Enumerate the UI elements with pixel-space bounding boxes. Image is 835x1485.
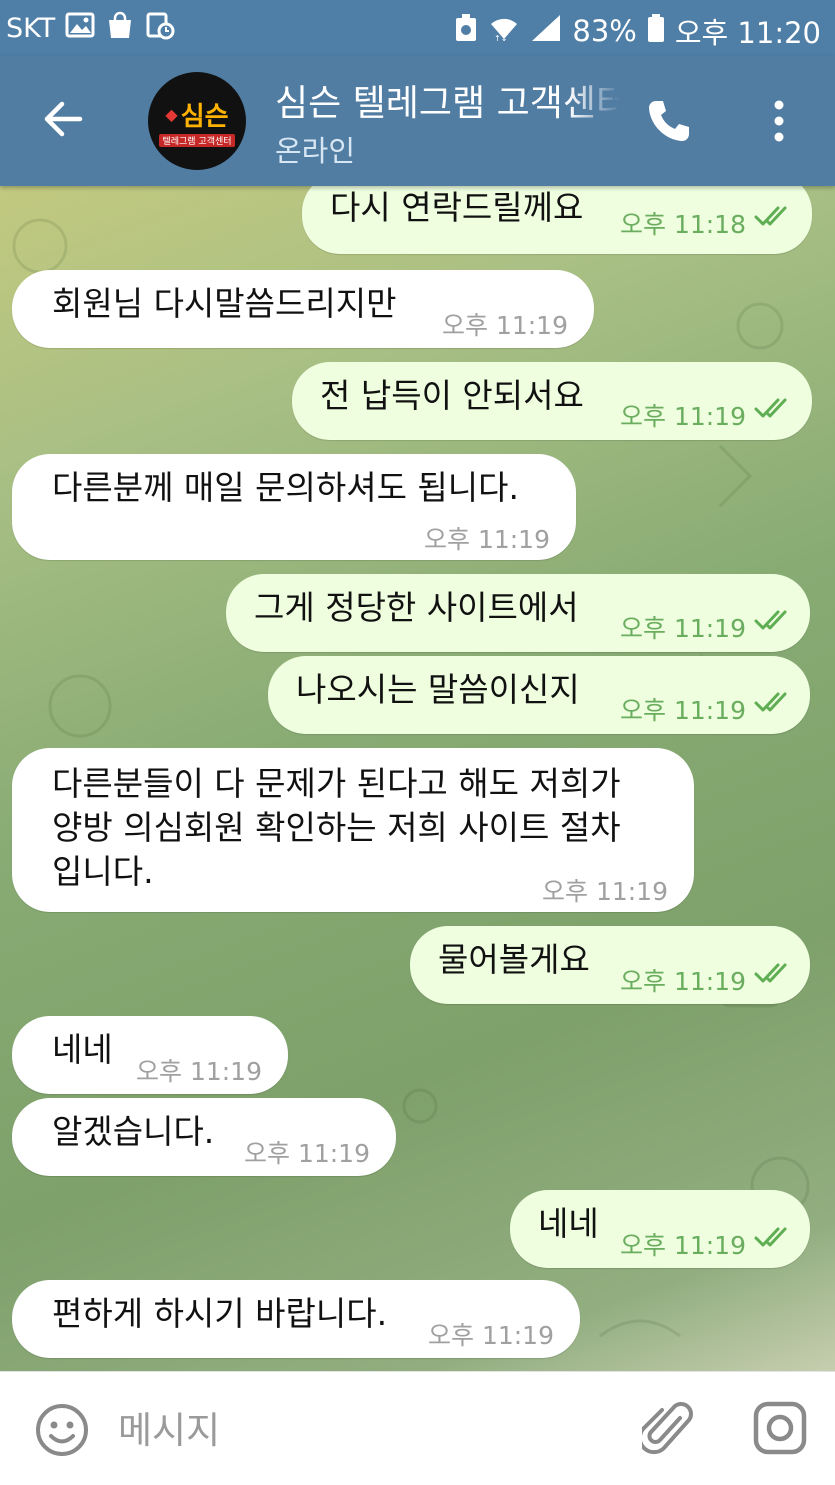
read-checkmarks-icon [754,692,787,712]
message-incoming[interactable]: 다른분들이 다 문제가 된다고 해도 저희가 양방 의심회원 확인하는 저희 사… [12,748,694,912]
paperclip-icon [637,1402,693,1455]
battery-percent: 83% [572,14,637,48]
back-button[interactable] [40,96,86,142]
chat-header: ◆ 심슨 텔레그램 고객센터 심슨 텔레그램 고객센터 온라인 [0,56,835,186]
status-bar: SKT ↑↓ 83% 오후 11:20 [0,0,835,56]
status-bar-left: SKT [6,10,175,47]
message-text: 다른분께 매일 문의하셔도 됩니다. [52,468,519,507]
message-outgoing[interactable]: 나오시는 말씀이신지 오후 11:19 [268,656,810,734]
message-time: 오후 11:19 [620,402,746,431]
message-input[interactable] [118,1400,598,1460]
message-outgoing[interactable]: 전 납득이 안되서요 오후 11:19 [292,362,812,440]
chat-area[interactable]: 다시 연락드릴께요 오후 11:18 회원님 다시말씀드리지만 오후 11:19… [0,186,835,1371]
message-time: 오후 11:19 [136,1057,262,1086]
message-input-bar [0,1371,835,1485]
message-incoming[interactable]: 편하게 하시기 바랍니다. 오후 11:19 [12,1280,580,1358]
read-checkmarks-icon [754,610,787,630]
more-options-button[interactable] [762,96,796,146]
message-time: 오후 11:19 [620,696,746,725]
message-time: 오후 11:19 [442,311,568,340]
message-time: 오후 11:19 [620,967,746,996]
arrow-left-icon [44,101,83,137]
message-incoming[interactable]: 다른분께 매일 문의하셔도 됩니다. 오후 11:19 [12,454,576,560]
call-button[interactable] [644,96,694,146]
online-status: 온라인 [275,134,356,168]
diamond-icon: ◆ [165,104,178,124]
avatar[interactable]: ◆ 심슨 텔레그램 고객센터 [148,72,246,170]
read-checkmarks-icon [754,963,787,983]
message-time: 오후 11:19 [542,877,668,906]
message-time: 오후 11:19 [620,614,746,643]
message-time: 오후 11:19 [428,1321,554,1350]
avatar-logo-subtext: 텔레그램 고객센터 [159,133,235,147]
message-text: 네네 [538,1204,599,1243]
message-outgoing[interactable]: 그게 정당한 사이트에서 오후 11:19 [226,574,810,652]
message-text: 그게 정당한 사이트에서 [254,588,579,627]
gallery-icon [65,11,95,46]
shopping-bag-icon [105,10,135,47]
message-time: 오후 11:19 [244,1139,370,1168]
status-bar-right: ↑↓ 83% 오후 11:20 [454,10,821,52]
signal-icon [530,13,562,50]
more-vertical-icon [774,100,784,142]
wifi-icon: ↑↓ [488,13,520,50]
message-incoming[interactable]: 네네 오후 11:19 [12,1016,288,1094]
message-incoming[interactable]: 회원님 다시말씀드리지만 오후 11:19 [12,270,594,348]
message-time: 오후 11:19 [620,1231,746,1260]
message-text-line: 입니다. [52,852,154,891]
smiley-icon [36,1404,88,1456]
message-text: 알겠습니다. [52,1112,215,1151]
message-text: 다시 연락드릴께요 [330,188,584,227]
avatar-logo: ◆ 심슨 [165,96,228,133]
message-text-line: 양방 의심회원 확인하는 저희 사이트 절차 [52,808,621,847]
carrier-label: SKT [6,13,56,44]
svg-text:↑↓: ↑↓ [494,34,507,43]
message-text: 회원님 다시말씀드리지만 [52,284,397,323]
message-text: 물어볼게요 [438,940,590,979]
read-checkmarks-icon [754,206,787,226]
message-outgoing[interactable]: 물어볼게요 오후 11:19 [410,926,810,1004]
camera-button[interactable] [752,1400,808,1456]
read-checkmarks-icon [754,398,787,418]
data-saver-icon [454,13,478,50]
avatar-logo-text: 심슨 [180,101,229,132]
phone-icon [649,101,689,141]
message-text: 나오시는 말씀이신지 [296,670,580,709]
message-time: 오후 11:19 [424,525,550,554]
message-incoming[interactable]: 알겠습니다. 오후 11:19 [12,1098,396,1176]
message-outgoing[interactable]: 다시 연락드릴께요 오후 11:18 [302,186,812,254]
read-checkmarks-icon [754,1227,787,1247]
camera-icon [753,1401,807,1455]
message-text: 편하게 하시기 바랍니다. [52,1294,388,1333]
message-text: 전 납득이 안되서요 [320,376,584,415]
message-text-line: 다른분들이 다 문제가 된다고 해도 저희가 [52,764,621,803]
attach-button[interactable] [637,1398,694,1458]
clock: 오후 11:20 [674,16,821,50]
message-time: 오후 11:18 [620,210,746,239]
message-outgoing[interactable]: 네네 오후 11:19 [510,1190,810,1268]
emoji-button[interactable] [34,1402,90,1458]
battery-icon [647,13,665,50]
chat-title[interactable]: 심슨 텔레그램 고객센터 [275,74,620,126]
message-text: 네네 [52,1030,113,1069]
calendar-clock-icon [145,10,175,47]
